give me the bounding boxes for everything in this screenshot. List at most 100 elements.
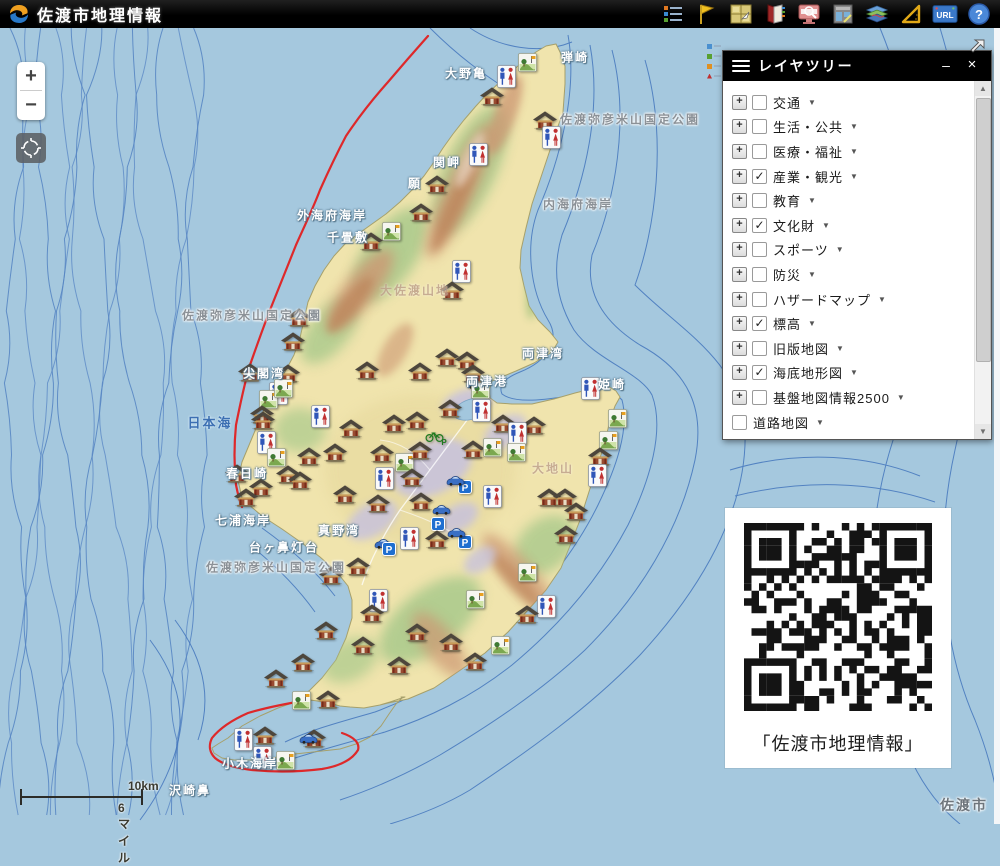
scrollbar-up-button[interactable]: ▲ [975, 81, 991, 96]
restroom-marker[interactable] [472, 399, 491, 427]
temple-marker[interactable] [386, 655, 412, 680]
temple-marker[interactable] [315, 689, 341, 714]
restroom-marker[interactable] [253, 746, 272, 774]
temple-marker[interactable] [358, 231, 384, 256]
restroom-marker[interactable] [400, 527, 419, 555]
expand-button[interactable]: + [732, 218, 747, 233]
temple-marker[interactable] [345, 556, 371, 581]
expand-button[interactable]: + [732, 316, 747, 331]
chevron-down-icon[interactable]: ▼ [850, 122, 858, 131]
park-marker[interactable] [276, 751, 295, 775]
temple-marker[interactable] [424, 174, 450, 199]
park-marker[interactable] [491, 636, 510, 660]
toolbar-measure-button[interactable] [898, 1, 924, 27]
chevron-down-icon[interactable]: ▼ [816, 418, 824, 427]
layer-checkbox[interactable] [752, 341, 767, 356]
temple-marker[interactable] [233, 487, 259, 512]
temple-marker[interactable] [263, 668, 289, 693]
car-marker[interactable] [447, 525, 466, 543]
layer-checkbox[interactable] [752, 292, 767, 307]
layer-checkbox[interactable]: ✓ [752, 316, 767, 331]
temple-marker[interactable] [407, 440, 433, 465]
panel-menu-icon[interactable] [732, 57, 750, 75]
layer-checkbox[interactable] [752, 193, 767, 208]
temple-marker[interactable] [479, 86, 505, 111]
chevron-down-icon[interactable]: ▼ [836, 344, 844, 353]
temple-marker[interactable] [563, 501, 589, 526]
park-marker[interactable] [608, 409, 627, 433]
car-marker[interactable] [299, 731, 318, 749]
expand-button[interactable]: + [732, 292, 747, 307]
scrollbar-thumb[interactable] [976, 98, 991, 362]
temple-marker[interactable] [338, 418, 364, 443]
toolbar-screen-capture-button[interactable] [796, 1, 822, 27]
temple-marker[interactable] [332, 484, 358, 509]
layer-checkbox[interactable] [752, 267, 767, 282]
temple-marker[interactable] [399, 467, 425, 492]
restroom-marker[interactable] [469, 143, 488, 171]
chevron-down-icon[interactable]: ▼ [850, 368, 858, 377]
temple-marker[interactable] [460, 363, 486, 388]
park-marker[interactable] [507, 443, 526, 467]
park-marker[interactable] [274, 379, 293, 403]
expand-button[interactable]: + [732, 242, 747, 257]
panel-scrollbar[interactable]: ▲ ▼ [974, 81, 991, 439]
toolbar-print-window-button[interactable] [830, 1, 856, 27]
park-marker[interactable] [518, 563, 537, 587]
park-marker[interactable] [483, 438, 502, 462]
chevron-down-icon[interactable]: ▼ [850, 147, 858, 156]
temple-marker[interactable] [313, 620, 339, 645]
toolbar-layer-tree-button[interactable] [660, 1, 686, 27]
expand-button[interactable]: + [732, 95, 747, 110]
chevron-down-icon[interactable]: ▼ [808, 270, 816, 279]
temple-marker[interactable] [354, 360, 380, 385]
restroom-marker[interactable] [581, 377, 600, 405]
temple-marker[interactable] [437, 398, 463, 423]
zoom-in-button[interactable]: + [17, 62, 45, 90]
restroom-marker[interactable] [311, 405, 330, 433]
chevron-down-icon[interactable]: ▼ [836, 245, 844, 254]
temple-marker[interactable] [280, 331, 306, 356]
panel-resize-handle[interactable] [969, 39, 986, 61]
toolbar-guide-book-button[interactable] [762, 1, 788, 27]
temple-marker[interactable] [514, 604, 540, 629]
temple-marker[interactable] [318, 565, 344, 590]
temple-marker[interactable] [408, 202, 434, 227]
temple-marker[interactable] [365, 493, 391, 518]
park-marker[interactable] [292, 691, 311, 715]
layer-checkbox[interactable] [752, 390, 767, 405]
expand-button[interactable]: + [732, 390, 747, 405]
park-marker[interactable] [518, 53, 537, 77]
layer-panel-titlebar[interactable]: レイヤツリー – × [723, 51, 991, 81]
panel-minimize-button[interactable]: – [935, 51, 957, 81]
layer-checkbox[interactable] [752, 95, 767, 110]
expand-button[interactable]: + [732, 267, 747, 282]
zoom-out-button[interactable]: − [17, 91, 45, 119]
scrollbar-down-button[interactable]: ▼ [975, 424, 991, 439]
temple-marker[interactable] [286, 307, 312, 332]
mini-legend-icon[interactable] [707, 41, 721, 83]
chevron-down-icon[interactable]: ▼ [822, 221, 830, 230]
temple-marker[interactable] [407, 361, 433, 386]
toolbar-help-button[interactable]: ? [966, 1, 992, 27]
temple-marker[interactable] [462, 651, 488, 676]
temple-marker[interactable] [381, 413, 407, 438]
temple-marker[interactable] [287, 470, 313, 495]
toolbar-flag-button[interactable] [694, 1, 720, 27]
layer-checkbox[interactable] [752, 242, 767, 257]
layer-checkbox[interactable] [732, 415, 747, 430]
toolbar-map-window-button[interactable] [728, 1, 754, 27]
park-marker[interactable] [466, 590, 485, 614]
restroom-marker[interactable] [375, 467, 394, 495]
chevron-down-icon[interactable]: ▼ [850, 172, 858, 181]
layer-checkbox[interactable]: ✓ [752, 169, 767, 184]
temple-marker[interactable] [359, 603, 385, 628]
expand-button[interactable]: + [732, 365, 747, 380]
chevron-down-icon[interactable]: ▼ [897, 393, 905, 402]
expand-button[interactable]: + [732, 193, 747, 208]
expand-button[interactable]: + [732, 144, 747, 159]
toolbar-map-layers-button[interactable] [864, 1, 890, 27]
expand-button[interactable]: + [732, 119, 747, 134]
chevron-down-icon[interactable]: ▼ [808, 98, 816, 107]
temple-marker[interactable] [369, 443, 395, 468]
